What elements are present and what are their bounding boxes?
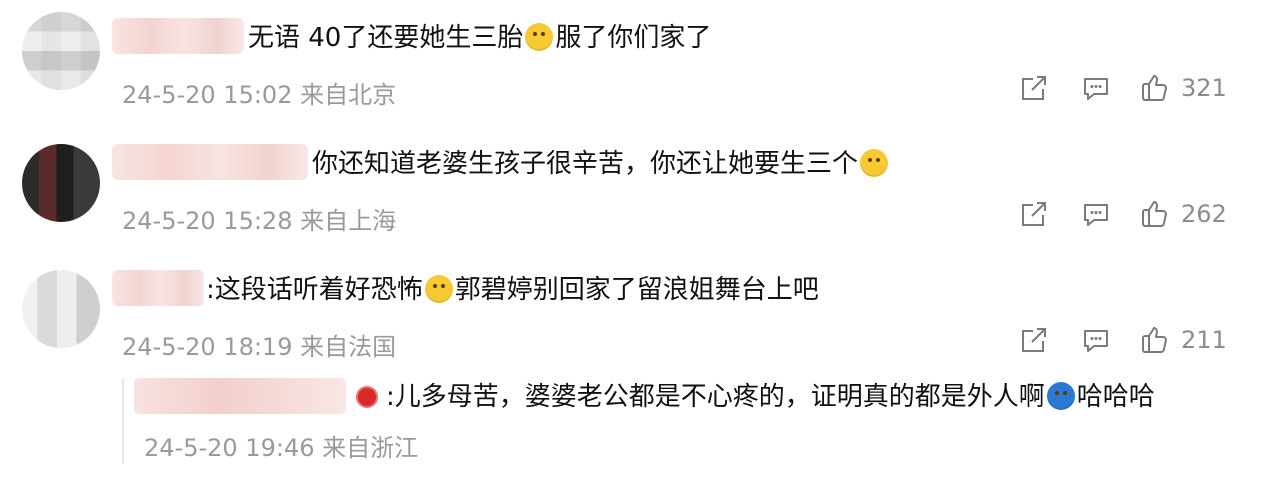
reply-button[interactable] — [1076, 194, 1116, 234]
username-blurred[interactable] — [112, 270, 204, 306]
avatar[interactable] — [22, 144, 100, 222]
comment-actions: 211 — [1014, 320, 1250, 360]
comment-text: 无语 40了还要她生三胎 服了你们家了 — [248, 21, 711, 55]
username-blurred[interactable] — [112, 18, 244, 54]
reply-text: :儿多母苦，婆婆老公都是不心疼的，证明真的都是外人啊 哈哈哈 — [386, 380, 1155, 414]
reply-button[interactable] — [1076, 320, 1116, 360]
reply-button[interactable] — [1076, 68, 1116, 108]
comment-text: 你还知道老婆生孩子很辛苦，你还让她要生三个 — [312, 147, 890, 181]
comment-meta: 24-5-20 15:02 来自北京 — [122, 81, 397, 109]
reply-meta: 24-5-20 19:46 来自浙江 — [144, 434, 419, 462]
avatar[interactable] — [22, 12, 100, 90]
thumbs-up-icon — [1139, 73, 1169, 103]
username-blurred[interactable] — [112, 144, 308, 180]
thumbs-up-icon — [1139, 325, 1169, 355]
comment-item: 你还知道老婆生孩子很辛苦，你还让她要生三个 24-5-20 15:28 来自上海… — [0, 126, 1272, 252]
smile-emoji-icon — [525, 23, 554, 51]
comment-text-part: :这段话听着好恐怖 — [206, 275, 423, 305]
share-button[interactable] — [1014, 68, 1054, 108]
share-icon — [1019, 73, 1049, 103]
crying-emoji-icon — [1046, 382, 1075, 410]
thumbs-up-icon — [1139, 199, 1169, 229]
avatar[interactable] — [22, 270, 100, 348]
comment-item: :这段话听着好恐怖 郭碧婷别回家了留浪姐舞台上吧 24-5-20 18:19 来自… — [0, 252, 1272, 378]
comment-meta: 24-5-20 18:19 来自法国 — [122, 333, 397, 361]
like-button[interactable]: 211 — [1139, 320, 1250, 360]
comment-actions: 321 — [1014, 68, 1250, 108]
comment-text: :这段话听着好恐怖 郭碧婷别回家了留浪姐舞台上吧 — [206, 273, 819, 307]
like-count: 262 — [1181, 200, 1227, 228]
comment-item: 无语 40了还要她生三胎 服了你们家了 24-5-20 15:02 来自北京 32… — [0, 0, 1272, 126]
comment-text-part: 郭碧婷别回家了留浪姐舞台上吧 — [454, 275, 819, 305]
question-emoji-icon — [860, 149, 889, 177]
share-icon — [1019, 199, 1049, 229]
share-button[interactable] — [1014, 194, 1054, 234]
comment-actions: 262 — [1014, 194, 1250, 234]
comment-text-part: 你还知道老婆生孩子很辛苦，你还让她要生三个 — [312, 149, 859, 179]
share-button[interactable] — [1014, 320, 1054, 360]
comment-text-part: 服了你们家了 — [555, 23, 712, 53]
comment-icon — [1081, 199, 1111, 229]
verified-badge-icon — [356, 386, 378, 408]
like-count: 321 — [1181, 74, 1227, 102]
smile-emoji-icon — [424, 275, 453, 303]
reply-text-part: 哈哈哈 — [1076, 382, 1155, 412]
reply-username-blurred[interactable] — [134, 378, 346, 414]
like-count: 211 — [1181, 326, 1227, 354]
comment-text-part: 无语 40了还要她生三胎 — [248, 23, 524, 53]
comment-icon — [1081, 325, 1111, 355]
share-icon — [1019, 325, 1049, 355]
like-button[interactable]: 321 — [1139, 68, 1250, 108]
reply-text-part: :儿多母苦，婆婆老公都是不心疼的，证明真的都是外人啊 — [386, 382, 1045, 412]
comment-icon — [1081, 73, 1111, 103]
like-button[interactable]: 262 — [1139, 194, 1250, 234]
comment-meta: 24-5-20 15:28 来自上海 — [122, 207, 397, 235]
reply-thread: :儿多母苦，婆婆老公都是不心疼的，证明真的都是外人啊 哈哈哈 24-5-20 19… — [122, 378, 1254, 464]
